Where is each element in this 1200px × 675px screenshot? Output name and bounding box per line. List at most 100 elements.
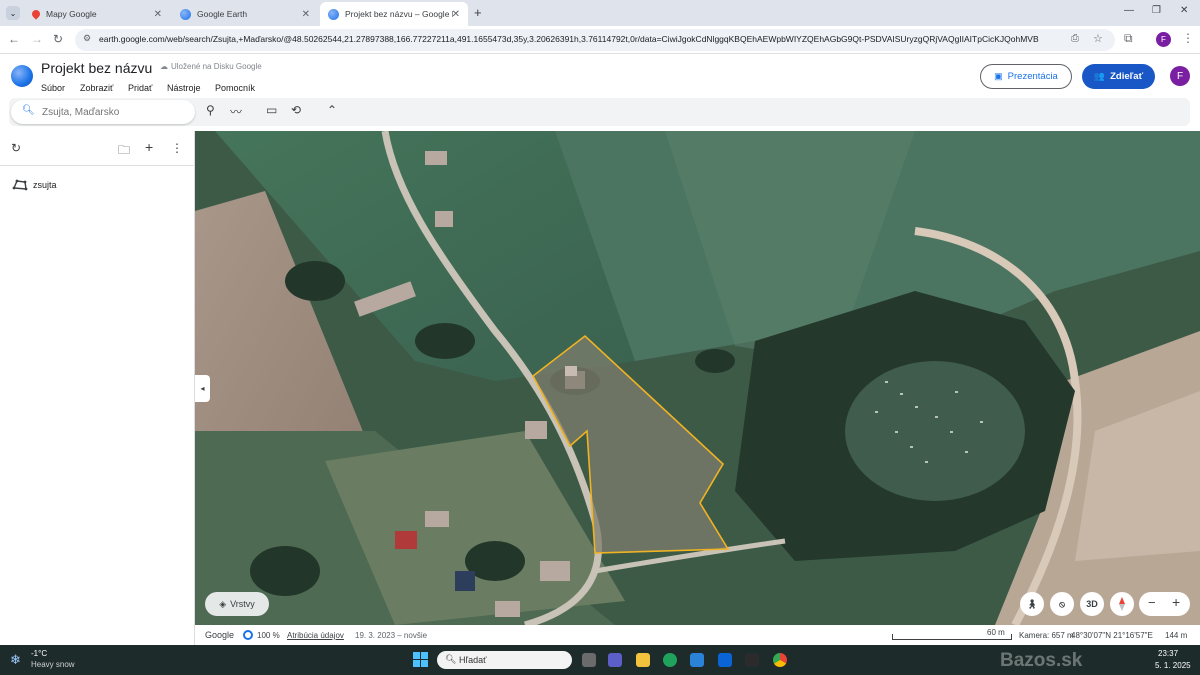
collapse-panel-button[interactable]: ◂ <box>195 375 210 402</box>
menu-zobrazit[interactable]: Zobraziť <box>80 83 113 93</box>
tab-title: Google Earth <box>197 9 248 19</box>
presentation-label: Prezentácia <box>1007 71 1058 82</box>
bookmark-star-icon[interactable]: ☆ <box>1093 32 1103 45</box>
slideshow-icon: ▣ <box>994 71 1003 81</box>
presentation-button[interactable]: ▣ Prezentácia <box>980 64 1072 89</box>
dropbox-icon[interactable] <box>718 653 732 667</box>
google-earth-icon <box>180 8 191 20</box>
cloud-done-icon: ☁ <box>160 62 168 71</box>
layers-button[interactable]: ◈ Vrstvy <box>205 592 269 616</box>
url-text[interactable]: earth.google.com/web/search/Zsujta,+Maďa… <box>99 34 1039 44</box>
taskbar-search[interactable]: 🔍︎ Hľadať <box>437 651 572 669</box>
toolbar: 🔍︎ ⚲ 〰 ▭ ⟲ ⌃ <box>9 98 1190 126</box>
zoom-percent: 100 % <box>257 631 280 640</box>
panel-divider <box>0 165 195 166</box>
profile-avatar[interactable]: F <box>1156 32 1171 47</box>
weather-temp[interactable]: -1°C <box>31 649 47 658</box>
weather-desc[interactable]: Heavy snow <box>31 660 75 669</box>
feature-item-zsujta[interactable]: zsujta <box>12 179 57 191</box>
cursor-coordinates: 48°30'07"N 21°16'57"E <box>1071 631 1153 640</box>
ruler-icon[interactable]: ▭ <box>266 103 277 117</box>
menu-pomocnik[interactable]: Pomocník <box>215 83 255 93</box>
share-button[interactable]: 👥 Zdieľať <box>1082 64 1155 89</box>
placemark-icon[interactable]: ⚲ <box>206 103 215 117</box>
google-earth-icon <box>328 8 339 20</box>
search-box[interactable]: 🔍︎ <box>11 100 195 124</box>
collapse-toolbar-icon[interactable]: ⌃ <box>327 103 337 117</box>
store-icon[interactable] <box>690 653 704 667</box>
history-icon[interactable]: ⟲ <box>291 103 301 117</box>
close-icon[interactable]: ✕ <box>154 9 162 20</box>
back-icon[interactable]: ← <box>8 32 20 46</box>
reload-icon[interactable]: ↻ <box>53 32 63 46</box>
tab-google-earth[interactable]: Google Earth ✕ <box>172 2 318 26</box>
layers-icon: ◈ <box>219 598 227 609</box>
google-earth-logo <box>11 65 33 87</box>
compass-needle <box>1119 597 1125 611</box>
people-icon: 👥 <box>1093 71 1106 81</box>
forward-icon[interactable]: → <box>31 32 43 46</box>
edge-icon[interactable] <box>663 653 677 667</box>
google-maps-pin-icon <box>30 8 42 20</box>
tab-mapy-google[interactable]: Mapy Google ✕ <box>24 2 170 26</box>
path-icon[interactable]: 〰 <box>230 103 242 120</box>
omnibox[interactable]: ⚙ earth.google.com/web/search/Zsujta,+Ma… <box>75 29 1115 51</box>
elevation: 144 m <box>1165 631 1188 640</box>
menu-nastroje[interactable]: Nástroje <box>167 83 201 93</box>
project-title[interactable]: Projekt bez názvu <box>41 60 152 76</box>
reset-tilt-icon[interactable]: ⦸ <box>1050 592 1074 616</box>
bazos-watermark: Bazos.sk <box>1000 650 1083 671</box>
close-icon[interactable]: ✕ <box>302 9 310 20</box>
minimize-icon[interactable]: — <box>1124 5 1134 16</box>
chevron-left-icon: ◂ <box>200 384 205 393</box>
site-info-icon[interactable]: ⚙ <box>83 33 91 44</box>
browser-menu-icon[interactable]: ⋮ <box>1182 31 1194 45</box>
teams-icon[interactable] <box>608 653 622 667</box>
more-options-icon[interactable]: ⋮ <box>171 141 183 155</box>
chrome-icon[interactable] <box>773 653 787 667</box>
extensions-icon[interactable]: ⧉ <box>1124 31 1133 46</box>
address-bar-row: ← → ↻ ⚙ earth.google.com/web/search/Zsuj… <box>0 26 1200 54</box>
save-status-text: Uložené na Disku Google <box>171 62 262 71</box>
add-icon[interactable]: + <box>145 139 153 155</box>
install-app-icon[interactable]: ⎙ <box>1071 33 1079 44</box>
user-avatar[interactable]: F <box>1170 66 1190 86</box>
new-folder-icon[interactable]: 🗀 <box>118 141 130 162</box>
search-icon: 🔍︎ <box>445 654 457 664</box>
toggle-3d-button[interactable]: 3D <box>1080 592 1104 616</box>
zoom-out-button[interactable]: − <box>1148 595 1156 610</box>
refresh-icon[interactable]: ↻ <box>11 141 21 155</box>
feature-label: zsujta <box>33 180 57 190</box>
windows-taskbar: ❄ -1°C Heavy snow 🔍︎ Hľadať Bazos.sk 23:… <box>0 645 1200 675</box>
tab-projekt-bez-nazvu[interactable]: Projekt bez názvu – Google Ear ✕ <box>320 2 468 26</box>
zoom-in-button[interactable]: + <box>1172 594 1180 610</box>
camera-altitude: Kamera: 657 m <box>1019 631 1074 640</box>
close-icon[interactable]: ✕ <box>452 9 460 20</box>
tab-search-icon[interactable]: ⌄ <box>6 6 20 20</box>
menu-pridat[interactable]: Pridať <box>128 83 152 93</box>
task-view-icon[interactable] <box>582 653 596 667</box>
search-input[interactable] <box>42 104 190 120</box>
satellite-map-view[interactable] <box>195 131 1200 625</box>
layers-label: Vrstvy <box>230 599 255 609</box>
menu-subor[interactable]: Súbor <box>41 83 65 93</box>
file-explorer-icon[interactable] <box>636 653 650 667</box>
zoom-control: − + <box>1139 592 1190 616</box>
clock-time[interactable]: 23:37 <box>1158 649 1178 658</box>
restore-icon[interactable]: ❐ <box>1152 5 1161 16</box>
app-header: Projekt bez názvu ☁ Uložené na Disku Goog… <box>0 54 1200 131</box>
tab-title: Projekt bez názvu – Google Ear <box>345 9 453 19</box>
windows-start-icon[interactable] <box>413 652 428 667</box>
app-icon[interactable] <box>745 653 759 667</box>
loading-ring-icon <box>243 630 253 640</box>
data-attribution-link[interactable]: Atribúcia údajov <box>287 631 344 640</box>
taskbar-search-placeholder: Hľadať <box>459 655 487 665</box>
close-window-icon[interactable]: ✕ <box>1180 5 1188 16</box>
browser-tab-strip: ⌄ Mapy Google ✕ Google Earth ✕ Projekt b… <box>0 0 1200 26</box>
satellite-imagery[interactable] <box>195 131 1200 625</box>
search-icon[interactable]: 🔍︎ <box>22 105 35 116</box>
new-tab-button[interactable]: + <box>474 5 482 20</box>
clock-date[interactable]: 5. 1. 2025 <box>1155 661 1191 670</box>
pegman-icon[interactable]: 🚶︎ <box>1020 592 1044 616</box>
compass-icon[interactable] <box>1110 592 1134 616</box>
